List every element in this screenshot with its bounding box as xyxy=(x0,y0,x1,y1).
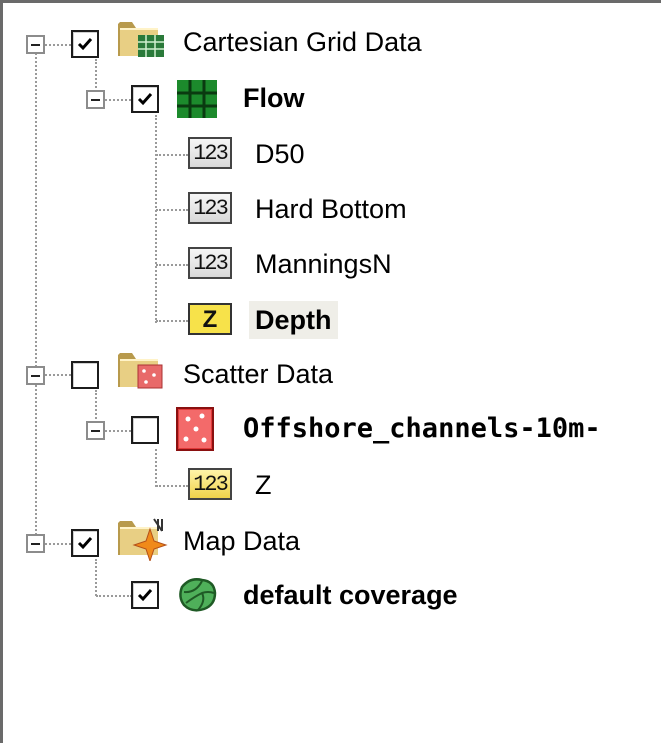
tree-line xyxy=(45,44,71,46)
collapse-toggle[interactable] xyxy=(26,35,45,54)
check-icon xyxy=(137,589,153,602)
tree-line xyxy=(156,320,188,322)
scatter-data-label[interactable]: Scatter Data xyxy=(183,357,333,391)
z-dataset-icon: Z xyxy=(188,303,232,335)
hard-bottom-label[interactable]: Hard Bottom xyxy=(255,192,407,226)
tree-line xyxy=(95,559,97,596)
collapse-toggle[interactable] xyxy=(26,534,45,553)
dataset-123-icon: 123 xyxy=(188,192,232,224)
offshore-checkbox[interactable] xyxy=(131,416,159,444)
tree-line xyxy=(156,154,188,156)
tree-line xyxy=(156,264,188,266)
offshore-channels-label[interactable]: Offshore_channels-10m- xyxy=(243,412,601,446)
map-data-checkbox[interactable] xyxy=(71,529,99,557)
tree-line xyxy=(156,209,188,211)
dataset-123-icon: 123 xyxy=(188,468,232,500)
tree-line xyxy=(35,49,37,539)
flow-label[interactable]: Flow xyxy=(243,81,305,115)
collapse-toggle[interactable] xyxy=(26,366,45,385)
tree-line xyxy=(156,485,188,487)
check-icon xyxy=(137,93,153,106)
d50-label[interactable]: D50 xyxy=(255,137,305,171)
tree-line xyxy=(45,374,71,376)
check-icon xyxy=(77,38,93,51)
default-coverage-label[interactable]: default coverage xyxy=(243,578,458,612)
tree-line xyxy=(45,543,71,545)
collapse-toggle[interactable] xyxy=(86,421,105,440)
tree-line xyxy=(96,595,132,597)
cartesian-grid-label[interactable]: Cartesian Grid Data xyxy=(183,25,422,59)
map-data-label[interactable]: Map Data xyxy=(183,524,300,558)
manningsn-label[interactable]: ManningsN xyxy=(255,247,392,281)
coverage-icon xyxy=(179,578,217,612)
map-folder-icon xyxy=(118,518,168,561)
collapse-toggle[interactable] xyxy=(86,90,105,109)
cartesian-grid-checkbox[interactable] xyxy=(71,30,99,58)
tree-line xyxy=(105,99,131,101)
grid-icon xyxy=(177,80,217,118)
dataset-123-icon: 123 xyxy=(188,247,232,279)
z-label[interactable]: Z xyxy=(255,468,272,502)
project-explorer-tree: Cartesian Grid Data Flow 123 D50 123 Har… xyxy=(0,0,661,743)
scatter-set-icon xyxy=(176,407,214,451)
tree-line xyxy=(105,430,131,432)
scatter-checkbox[interactable] xyxy=(71,361,99,389)
flow-checkbox[interactable] xyxy=(131,85,159,113)
check-icon xyxy=(77,537,93,550)
scatter-folder-icon xyxy=(118,353,163,389)
tree-line xyxy=(155,115,157,323)
default-coverage-checkbox[interactable] xyxy=(131,581,159,609)
dataset-123-icon: 123 xyxy=(188,137,232,169)
tree-line xyxy=(155,449,157,487)
depth-label[interactable]: Depth xyxy=(249,301,338,339)
grid-folder-icon xyxy=(118,22,164,57)
